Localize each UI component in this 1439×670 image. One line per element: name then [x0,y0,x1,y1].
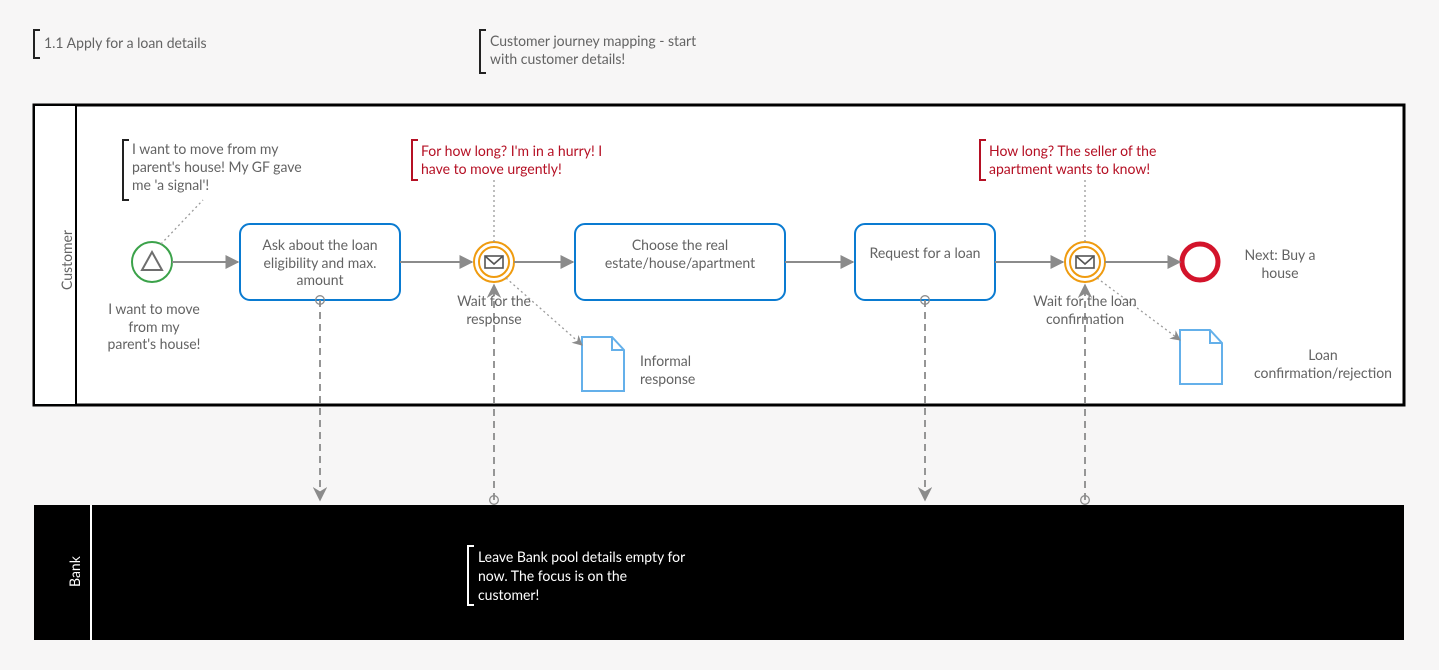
event-wait-confirmation[interactable] [1065,242,1105,282]
end-event-label: Next: Buy a house [1230,246,1330,281]
data-informal-response[interactable] [582,337,624,391]
bank-pool [34,505,1404,640]
doc2-label: Loan confirmation/rejection [1238,346,1408,381]
wait2-label: Wait for the loan confirmation [1030,292,1140,327]
annotation-start: I want to move from my parent's house! M… [132,140,312,195]
start-event-label: I want to move from my parent's house! [104,300,204,353]
annotation-wait2: How long? The seller of the apartment wa… [989,142,1189,178]
wait1-label: Wait for the response [452,292,536,327]
data-loan-confirmation[interactable] [1180,330,1222,384]
bank-note: Leave Bank pool details empty for now. T… [478,548,688,605]
header-note: Customer journey mapping - start with cu… [490,32,700,68]
task1-label: Ask about the loan eligibility and max. … [248,236,392,289]
task-request-loan[interactable] [855,224,995,300]
diagram-title: 1.1 Apply for a loan details [44,34,364,52]
end-event[interactable] [1182,244,1218,280]
doc1-label: Informal response [640,352,740,387]
lane-customer-label: Customer [58,230,75,290]
lane-bank-label: Bank [66,556,83,587]
task3-label: Request for a loan [865,244,985,262]
task2-label: Choose the real estate/house/apartment [585,236,775,271]
bpmn-diagram [0,0,1439,670]
start-event[interactable] [132,242,172,282]
annotation-wait1: For how long? I'm in a hurry! I have to … [421,142,621,178]
event-wait-response[interactable] [474,242,514,282]
